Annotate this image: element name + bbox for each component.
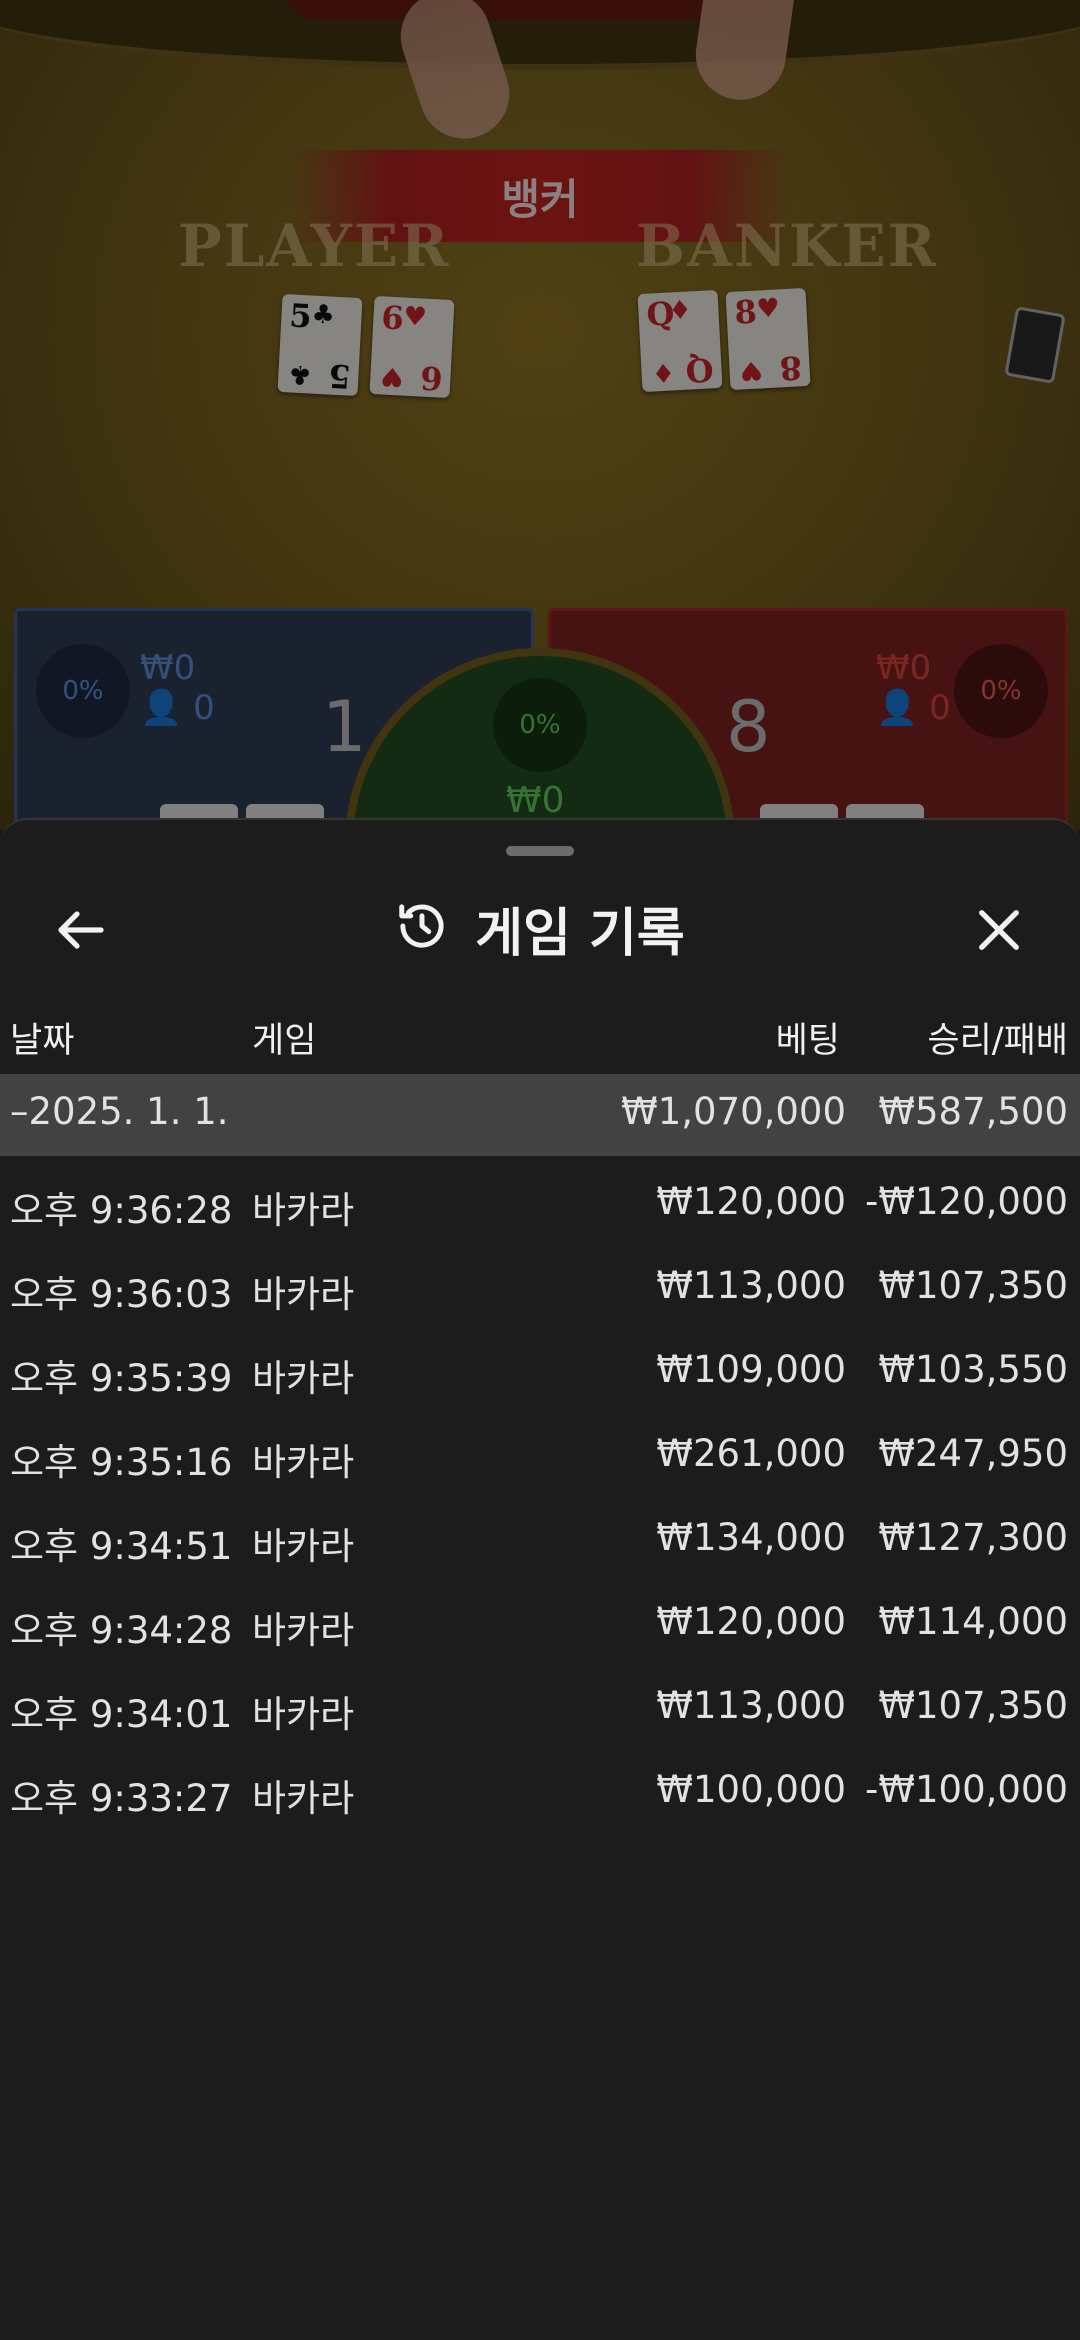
row-result: -₩100,000: [865, 1768, 1068, 1811]
row-bet: ₩109,000: [656, 1348, 846, 1391]
page-title: 게임 기록: [475, 903, 685, 964]
row-bet: ₩100,000: [656, 1768, 846, 1811]
drag-handle[interactable]: [506, 846, 574, 856]
row-time: 오후 9:36:03: [10, 1273, 233, 1316]
history-row[interactable]: 오후 9:35:16 바카라 ₩261,000 ₩247,950: [0, 1416, 1080, 1498]
column-header-date[interactable]: 날짜: [10, 1012, 74, 1063]
row-game: 바카라: [252, 1189, 355, 1232]
row-result: ₩107,350: [878, 1264, 1068, 1307]
row-time: 오후 9:34:51: [10, 1525, 233, 1568]
history-row[interactable]: 오후 9:34:51 바카라 ₩134,000 ₩127,300: [0, 1500, 1080, 1582]
history-row[interactable]: 오후 9:36:03 바카라 ₩113,000 ₩107,350: [0, 1248, 1080, 1330]
row-bet: ₩113,000: [656, 1684, 846, 1727]
row-bet: ₩134,000: [656, 1516, 846, 1559]
summary-date: –2025. 1. 1.: [10, 1090, 229, 1133]
row-game: 바카라: [252, 1273, 355, 1316]
row-time: 오후 9:35:39: [10, 1357, 233, 1400]
row-time: 오후 9:35:16: [10, 1441, 233, 1484]
row-time: 오후 9:33:27: [10, 1777, 233, 1820]
row-bet: ₩261,000: [656, 1432, 846, 1475]
row-bet: ₩120,000: [656, 1600, 846, 1643]
row-result: ₩114,000: [878, 1600, 1068, 1643]
row-result: -₩120,000: [865, 1180, 1068, 1223]
history-row[interactable]: 오후 9:35:39 바카라 ₩109,000 ₩103,550: [0, 1332, 1080, 1414]
history-row[interactable]: 오후 9:34:01 바카라 ₩113,000 ₩107,350: [0, 1668, 1080, 1750]
row-time: 오후 9:36:28: [10, 1189, 233, 1232]
game-history-sheet: 게임 기록 날짜 게임 베팅 승리/패배 –2025. 1. 1. ₩1,070…: [0, 818, 1080, 2340]
row-game: 바카라: [252, 1357, 355, 1400]
summary-bet: ₩1,070,000: [621, 1090, 846, 1133]
history-icon: [395, 899, 449, 957]
row-bet: ₩120,000: [656, 1180, 846, 1223]
row-game: 바카라: [252, 1525, 355, 1568]
back-button[interactable]: [46, 902, 116, 962]
row-time: 오후 9:34:28: [10, 1609, 233, 1652]
modal-dim-overlay[interactable]: [0, 0, 1080, 830]
row-bet: ₩113,000: [656, 1264, 846, 1307]
row-result: ₩127,300: [878, 1516, 1068, 1559]
title-group: 게임 기록: [0, 880, 1080, 976]
arrow-left-icon: [57, 910, 105, 954]
row-result: ₩107,350: [878, 1684, 1068, 1727]
row-game: 바카라: [252, 1441, 355, 1484]
sheet-header: 게임 기록: [0, 880, 1080, 976]
row-game: 바카라: [252, 1609, 355, 1652]
close-icon: [976, 907, 1022, 957]
column-header-game[interactable]: 게임: [252, 1012, 316, 1063]
row-result: ₩247,950: [878, 1432, 1068, 1475]
row-time: 오후 9:34:01: [10, 1693, 233, 1736]
row-game: 바카라: [252, 1777, 355, 1820]
history-row[interactable]: 오후 9:36:28 바카라 ₩120,000 -₩120,000: [0, 1164, 1080, 1246]
summary-result: ₩587,500: [878, 1090, 1068, 1133]
column-header-result[interactable]: 승리/패배: [927, 1012, 1068, 1063]
row-result: ₩103,550: [878, 1348, 1068, 1391]
history-row[interactable]: 오후 9:34:28 바카라 ₩120,000 ₩114,000: [0, 1584, 1080, 1666]
live-table-view: 뱅커 PLAYER BANKER 5 ♣ ♣ 5 6 ♥ ♥ 6 Q ♦ ♦ Q 8 ♥ ♥ 8…: [0, 0, 1080, 830]
row-game: 바카라: [252, 1693, 355, 1736]
history-row[interactable]: 오후 9:33:27 바카라 ₩100,000 -₩100,000: [0, 1752, 1080, 1834]
column-header-bet[interactable]: 베팅: [776, 1012, 840, 1063]
date-summary-row[interactable]: –2025. 1. 1. ₩1,070,000 ₩587,500: [0, 1074, 1080, 1156]
close-button[interactable]: [964, 900, 1034, 964]
